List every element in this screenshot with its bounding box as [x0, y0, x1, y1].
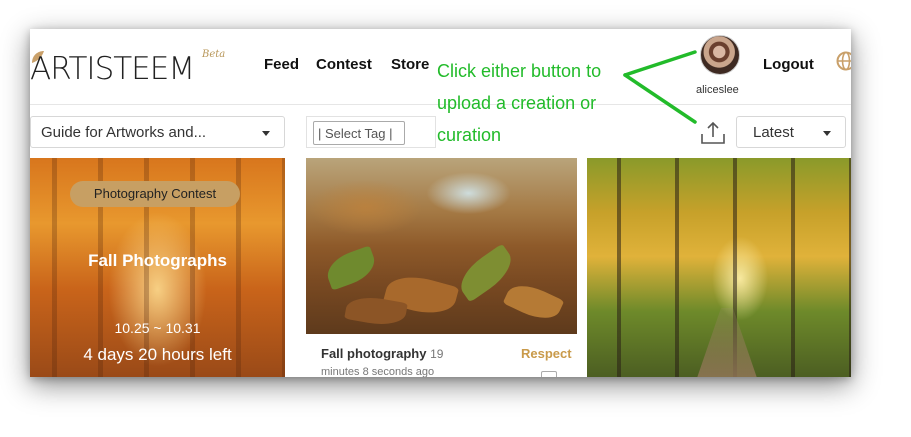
- user-avatar[interactable]: [700, 35, 740, 75]
- app-window: ARTISTEEM Beta Feed Contest Store alices…: [30, 29, 851, 377]
- chevron-down-icon: [262, 131, 270, 136]
- post-card[interactable]: Fall photography 19 minutes 8 seconds ag…: [306, 158, 577, 377]
- post-time: minutes 8 seconds ago: [321, 366, 435, 377]
- logo-beta-label: Beta: [202, 49, 226, 60]
- logo-wordmark: ARTISTEEM: [30, 51, 195, 87]
- annotation-line-1: Click either button to: [437, 61, 602, 81]
- annotation-line-3: curation: [437, 125, 502, 145]
- post-title-text: Fall photography: [321, 346, 427, 361]
- chevron-down-icon: [823, 131, 831, 136]
- sort-select[interactable]: Latest: [736, 116, 846, 148]
- category-select[interactable]: Guide for Artworks and...: [30, 116, 285, 148]
- upload-icon[interactable]: [699, 119, 727, 147]
- leaf-shape: [502, 277, 565, 327]
- contest-badge: Photography Contest: [70, 181, 240, 207]
- globe-icon[interactable]: [836, 51, 851, 71]
- contest-dates: 10.25 ~ 10.31: [114, 320, 201, 336]
- comment-icon[interactable]: [541, 371, 557, 377]
- respect-button[interactable]: Respect: [521, 346, 572, 361]
- category-select-value: Guide for Artworks and...: [41, 124, 207, 141]
- post-image[interactable]: [306, 158, 577, 334]
- forest-card[interactable]: [587, 158, 851, 377]
- contest-time-left: 4 days 20 hours left: [83, 345, 232, 364]
- annotation-line-2: upload a creation or: [437, 93, 597, 113]
- leaf-shape: [322, 245, 380, 291]
- nav-feed[interactable]: Feed: [264, 56, 299, 73]
- nav-contest[interactable]: Contest: [316, 56, 372, 73]
- contest-card[interactable]: Photography Contest Fall Photographs 10.…: [30, 158, 285, 377]
- post-title: Fall photography 19: [321, 346, 443, 361]
- username-label[interactable]: aliceslee: [696, 84, 739, 96]
- artisteem-logo[interactable]: ARTISTEEM Beta: [30, 49, 230, 89]
- post-time-prefix: 19: [430, 347, 444, 361]
- nav-store[interactable]: Store: [391, 56, 429, 73]
- contest-title: Fall Photographs: [88, 251, 227, 270]
- sort-select-value: Latest: [753, 124, 794, 141]
- logout-button[interactable]: Logout: [763, 56, 814, 73]
- tag-filter: [306, 116, 436, 148]
- tag-select-input[interactable]: [313, 121, 405, 145]
